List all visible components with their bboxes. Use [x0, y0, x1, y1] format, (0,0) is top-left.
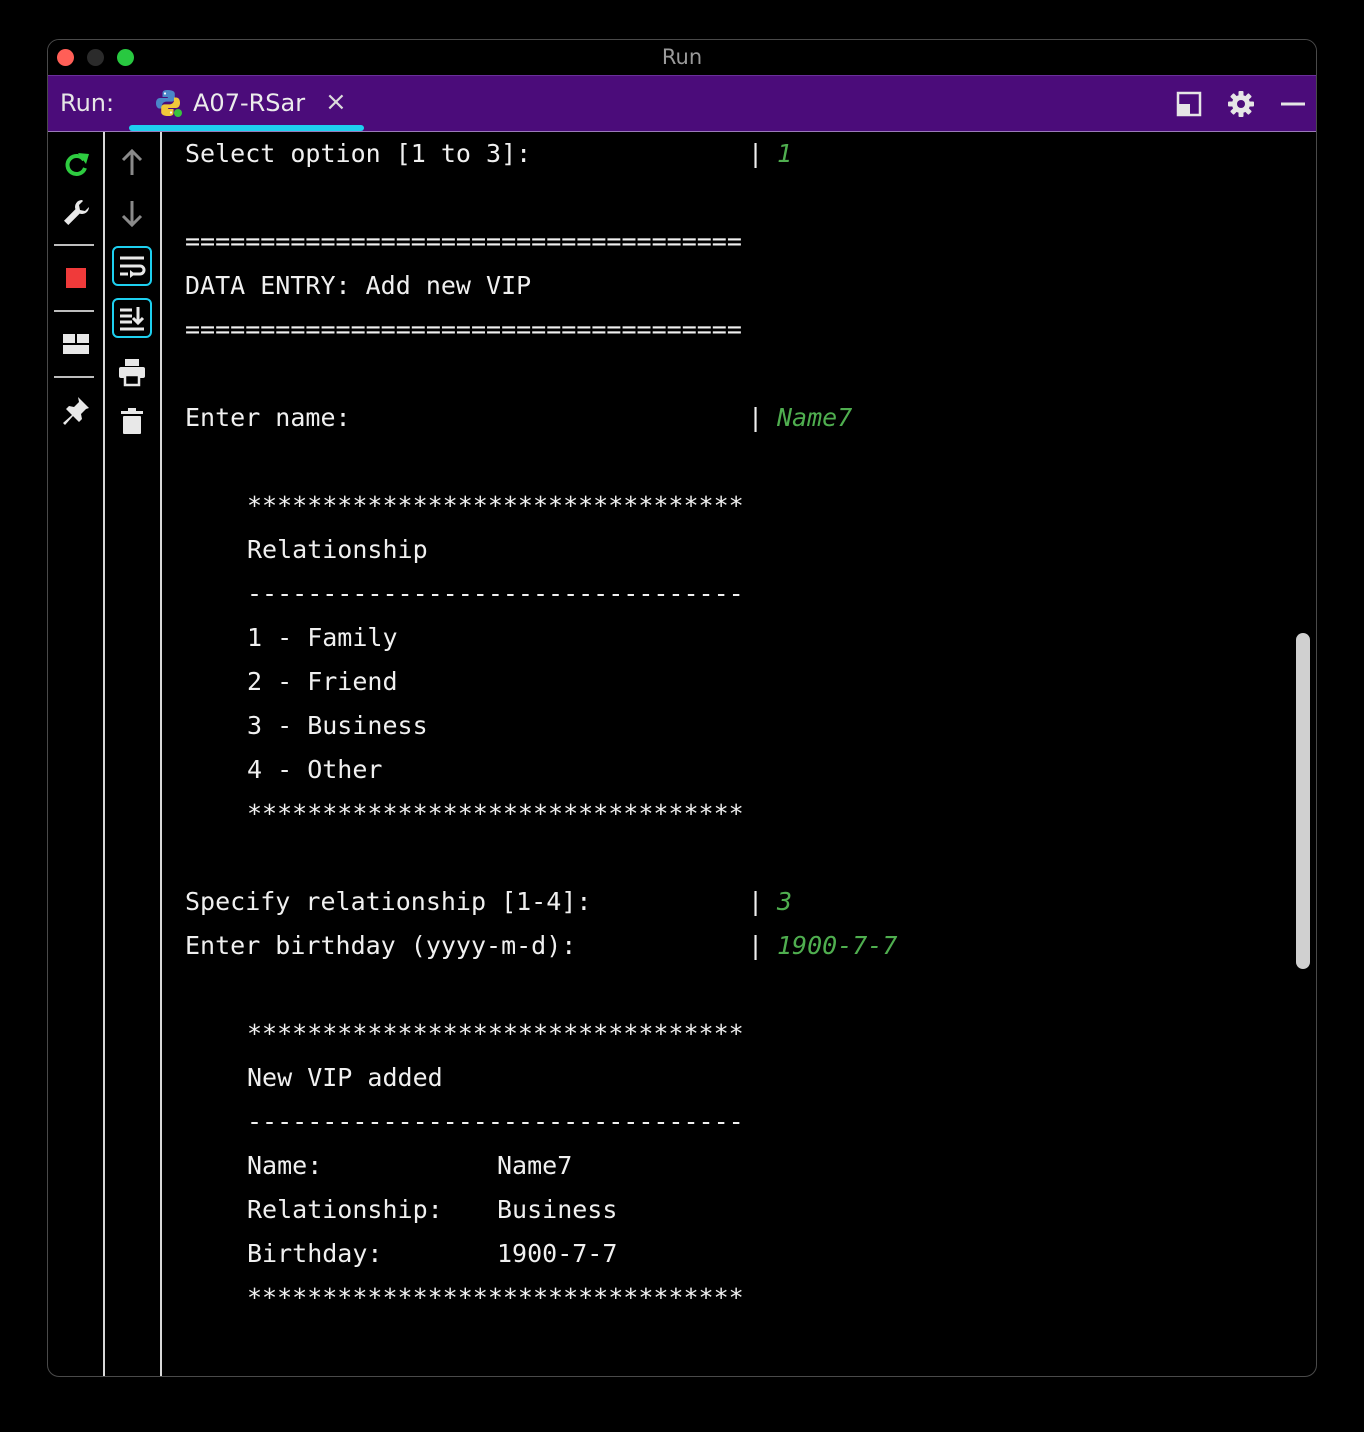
- separator: [54, 310, 94, 312]
- separator: [54, 376, 94, 378]
- summary-label: Relationship:: [247, 1195, 443, 1224]
- rerun-icon[interactable]: [60, 147, 92, 179]
- menu-option: 4 - Other: [247, 755, 383, 784]
- console-toolbar: [105, 132, 162, 1376]
- divider-stars: *********************************: [247, 799, 744, 828]
- enter-name-line: Enter name: | Name7: [185, 396, 852, 440]
- python-icon: [156, 90, 182, 117]
- soft-wrap-icon: [120, 256, 146, 278]
- relationship-menu-title: Relationship: [247, 535, 428, 564]
- tab-a07-rsar[interactable]: A07-RSar ×: [129, 76, 364, 131]
- summary-row: Relationship: Business: [247, 1188, 617, 1232]
- relationship-prompt: Specify relationship [1-4]:: [185, 887, 592, 916]
- input-separator: |: [748, 931, 764, 960]
- enter-name-prompt: Enter name:: [185, 403, 351, 432]
- summary-value: Name7: [497, 1151, 573, 1180]
- menu-option: 3 - Business: [247, 711, 428, 740]
- summary-value: Business: [497, 1195, 618, 1224]
- summary-row: Birthday: 1900-7-7: [247, 1232, 617, 1276]
- birthday-line: Enter birthday (yyyy-m-d): | 1900-7-7: [185, 924, 897, 968]
- vip-added-title: New VIP added: [247, 1063, 443, 1092]
- scroll-to-end-button[interactable]: [112, 298, 152, 338]
- divider-dashes: ---------------------------------: [247, 579, 744, 608]
- soft-wrap-button[interactable]: [112, 246, 152, 286]
- separator: [54, 244, 94, 246]
- divider-stars: *********************************: [247, 1283, 744, 1312]
- run-label: Run:: [60, 89, 115, 117]
- stop-icon[interactable]: [60, 262, 92, 294]
- menu-option: 2 - Friend: [247, 667, 398, 696]
- summary-value: 1900-7-7: [497, 1239, 618, 1268]
- summary-row: Name: Name7: [247, 1144, 572, 1188]
- select-option-input: 1: [777, 139, 793, 168]
- divider-equals: =====================================: [185, 315, 742, 344]
- active-tab-indicator: [129, 125, 364, 131]
- pin-icon[interactable]: [60, 394, 92, 426]
- section-header: DATA ENTRY: Add new VIP: [185, 271, 532, 300]
- print-icon[interactable]: [116, 356, 148, 388]
- input-separator: |: [748, 403, 764, 432]
- run-window: Run Run: A07-RSar × Select option [1 to …: [47, 39, 1317, 1377]
- input-separator: |: [748, 887, 764, 916]
- input-separator: |: [748, 139, 764, 168]
- arrow-up-icon[interactable]: [116, 146, 148, 178]
- run-toolbar: Run: A07-RSar ×: [48, 76, 1316, 132]
- divider-equals: =====================================: [185, 227, 742, 256]
- gear-icon[interactable]: [1226, 89, 1256, 119]
- arrow-down-icon[interactable]: [116, 198, 148, 230]
- enter-name-input: Name7: [777, 403, 853, 432]
- relationship-line: Specify relationship [1-4]: | 3: [185, 880, 792, 924]
- layout-icon[interactable]: [60, 328, 92, 360]
- scroll-to-end-icon: [120, 307, 145, 331]
- left-toolbar: [48, 132, 105, 1376]
- summary-label: Birthday:: [247, 1239, 383, 1268]
- vertical-scrollbar[interactable]: [1296, 633, 1310, 969]
- menu-option: 1 - Family: [247, 623, 398, 652]
- tab-title: A07-RSar: [193, 89, 306, 117]
- window-title: Run: [661, 45, 703, 69]
- select-option-prompt: Select option [1 to 3]:: [185, 139, 532, 168]
- birthday-prompt: Enter birthday (yyyy-m-d):: [185, 931, 577, 960]
- title-bar: Run: [48, 40, 1316, 76]
- relationship-input: 3: [777, 887, 793, 916]
- trash-icon[interactable]: [116, 405, 148, 437]
- wrench-icon[interactable]: [60, 197, 92, 229]
- divider-stars: *********************************: [247, 1019, 744, 1048]
- divider-stars: *********************************: [247, 491, 744, 520]
- minimize-icon[interactable]: [1278, 89, 1308, 119]
- divider-dashes: ---------------------------------: [247, 1107, 744, 1136]
- select-option-line: Select option [1 to 3]: | 1: [185, 132, 792, 176]
- console-output[interactable]: Select option [1 to 3]: | 1 ==============…: [163, 132, 1296, 1376]
- summary-label: Name:: [247, 1151, 323, 1180]
- panel-layout-icon[interactable]: [1174, 89, 1204, 119]
- tab-close-icon[interactable]: ×: [325, 88, 347, 116]
- birthday-input: 1900-7-7: [777, 931, 898, 960]
